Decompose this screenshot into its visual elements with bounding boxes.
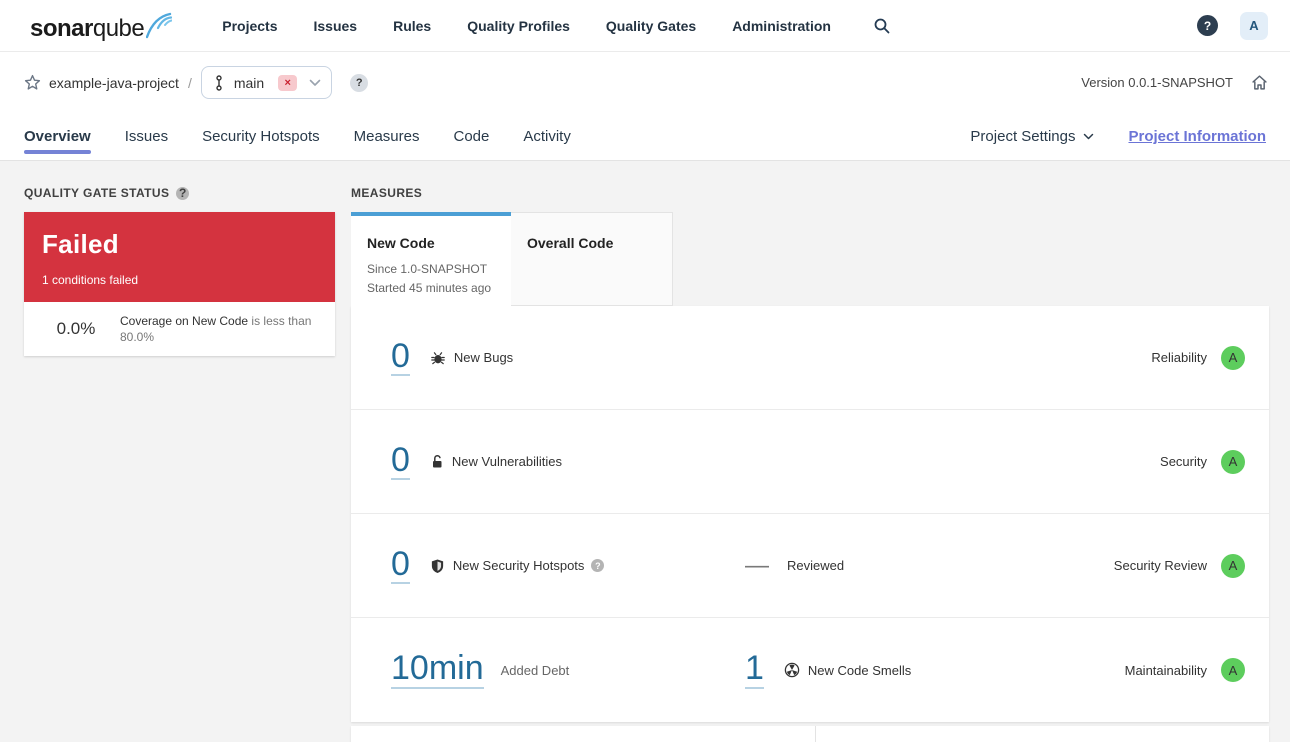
condition-value: 0.0% [56,319,96,338]
top-navbar: sonarqube Projects Issues Rules Quality … [0,0,1290,52]
new-bugs-label: New Bugs [453,350,514,365]
measures-section: MEASURES New Code Since 1.0-SNAPSHOT Sta… [351,186,1269,742]
shield-icon [430,558,445,574]
sonarqube-logo[interactable]: sonarqube [30,11,173,42]
branch-selector[interactable]: main × [200,66,333,99]
nav-item-administration[interactable]: Administration [732,18,831,34]
quality-gate-title: QUALITY GATE STATUS [24,186,170,200]
measures-panel: 0 New Bugs Reliability A 0 New Vulnerabi… [351,306,1269,722]
search-icon[interactable] [873,17,891,35]
nav-item-issues[interactable]: Issues [314,18,358,34]
quality-gate-condition-row[interactable]: 0.0% Coverage on New Code is less than 8… [24,302,335,356]
quality-gate-card: Failed 1 conditions failed 0.0% Coverage… [24,212,335,356]
home-icon[interactable] [1251,74,1268,91]
favorite-star-icon[interactable] [24,74,41,91]
help-icon[interactable]: ? [1197,15,1218,36]
nav-item-projects[interactable]: Projects [222,18,277,34]
new-security-hotspots-label: New Security Hotspots [452,558,585,573]
measure-row-security-review: 0 New Security Hotspots ? — Reviewed Sec… [351,514,1269,618]
tab-measures[interactable]: Measures [354,113,420,160]
condition-description: Coverage on New Code is less than 80.0% [114,313,321,345]
branch-clear-icon[interactable]: × [278,74,298,91]
measure-row-security: 0 New Vulnerabilities Security A [351,410,1269,514]
quality-gate-help-icon[interactable]: ? [176,186,190,200]
new-bugs-count-link[interactable]: 0 [391,338,410,377]
added-debt-link[interactable]: 10min [391,650,484,689]
maintainability-rating-badge: A [1221,658,1245,682]
tab-new-code[interactable]: New Code Since 1.0-SNAPSHOT Started 45 m… [351,212,511,306]
new-code-tab-subtext: Since 1.0-SNAPSHOT Started 45 minutes ag… [367,262,492,295]
tabbar-right-group: Project Settings Project Information [970,128,1266,145]
bug-icon [430,350,446,366]
nav-menu: Projects Issues Rules Quality Profiles Q… [222,18,831,34]
nav-item-quality-gates[interactable]: Quality Gates [606,18,696,34]
condition-metric: Coverage on New Code [120,314,249,328]
quality-gate-status-banner: Failed 1 conditions failed [24,212,335,302]
breadcrumb-bar: example-java-project / main × ? Version … [0,52,1290,113]
measures-title: MEASURES [351,186,423,200]
coverage-panel-partial [351,726,816,742]
quality-gate-status: Failed [42,229,119,259]
reviewed-dash: — [745,551,769,579]
branch-name: main [233,74,265,91]
tab-activity[interactable]: Activity [523,113,571,160]
quality-gate-section: QUALITY GATE STATUS ? Failed 1 condition… [20,186,335,356]
project-tabs: Overview Issues Security Hotspots Measur… [24,113,571,160]
tab-overall-code[interactable]: Overall Code [511,212,673,306]
project-settings-dropdown[interactable]: Project Settings [970,128,1094,145]
reliability-label: Reliability [1151,350,1207,365]
quality-gate-summary: 1 conditions failed [42,273,139,287]
branch-chevron-down-icon [309,79,321,87]
open-lock-icon [430,454,444,470]
new-code-tab-label: New Code [367,235,435,251]
tab-overview[interactable]: Overview [24,113,91,160]
new-vulnerabilities-label: New Vulnerabilities [451,454,562,469]
security-review-rating-badge: A [1221,553,1245,578]
nav-item-quality-profiles[interactable]: Quality Profiles [467,18,570,34]
measures-tabs: New Code Since 1.0-SNAPSHOT Started 45 m… [351,212,1269,306]
new-code-smells-label: New Code Smells [807,662,912,678]
project-information-link[interactable]: Project Information [1128,128,1266,145]
user-avatar[interactable]: A [1240,11,1268,40]
measure-row-reliability: 0 New Bugs Reliability A [351,306,1269,410]
measure-row-maintainability: 10min Added Debt 1 New Code Smells Maint… [351,618,1269,722]
project-settings-label: Project Settings [970,128,1076,145]
tab-code[interactable]: Code [453,113,489,160]
new-vulnerabilities-count-link[interactable]: 0 [391,442,410,481]
logo-wordmark: sonarqube [30,14,145,42]
project-tabbar: Overview Issues Security Hotspots Measur… [0,113,1290,161]
new-code-smells-count-link[interactable]: 1 [745,650,764,689]
overview-content: QUALITY GATE STATUS ? Failed 1 condition… [0,161,1290,742]
reviewed-label: Reviewed [787,558,845,573]
security-label: Security [1160,454,1207,469]
logo-swoosh-icon [146,11,173,41]
branch-icon [214,74,224,92]
breadcrumb: example-java-project / main × ? [24,66,369,99]
duplications-panel-partial [816,726,1269,742]
added-debt-label: Added Debt [500,662,570,678]
branch-help-icon[interactable]: ? [350,73,369,92]
next-section-panels [351,726,1269,742]
security-rating-badge: A [1221,449,1245,474]
reliability-rating-badge: A [1221,345,1245,370]
code-smell-icon [784,662,800,678]
maintainability-label: Maintainability [1124,662,1207,678]
breadcrumb-right-group: Version 0.0.1-SNAPSHOT [1081,74,1268,91]
project-name-link[interactable]: example-java-project [49,75,179,91]
nav-right-group: ? A [1197,11,1268,40]
hotspots-help-icon[interactable]: ? [591,559,605,572]
chevron-down-icon [1084,133,1094,140]
project-version: Version 0.0.1-SNAPSHOT [1081,75,1233,90]
tab-security-hotspots[interactable]: Security Hotspots [202,113,320,160]
breadcrumb-separator: / [187,74,192,91]
nav-item-rules[interactable]: Rules [393,18,431,34]
tab-issues[interactable]: Issues [125,113,168,160]
overall-code-tab-label: Overall Code [527,235,614,251]
security-review-label: Security Review [1113,558,1207,573]
new-security-hotspots-count-link[interactable]: 0 [391,546,410,585]
